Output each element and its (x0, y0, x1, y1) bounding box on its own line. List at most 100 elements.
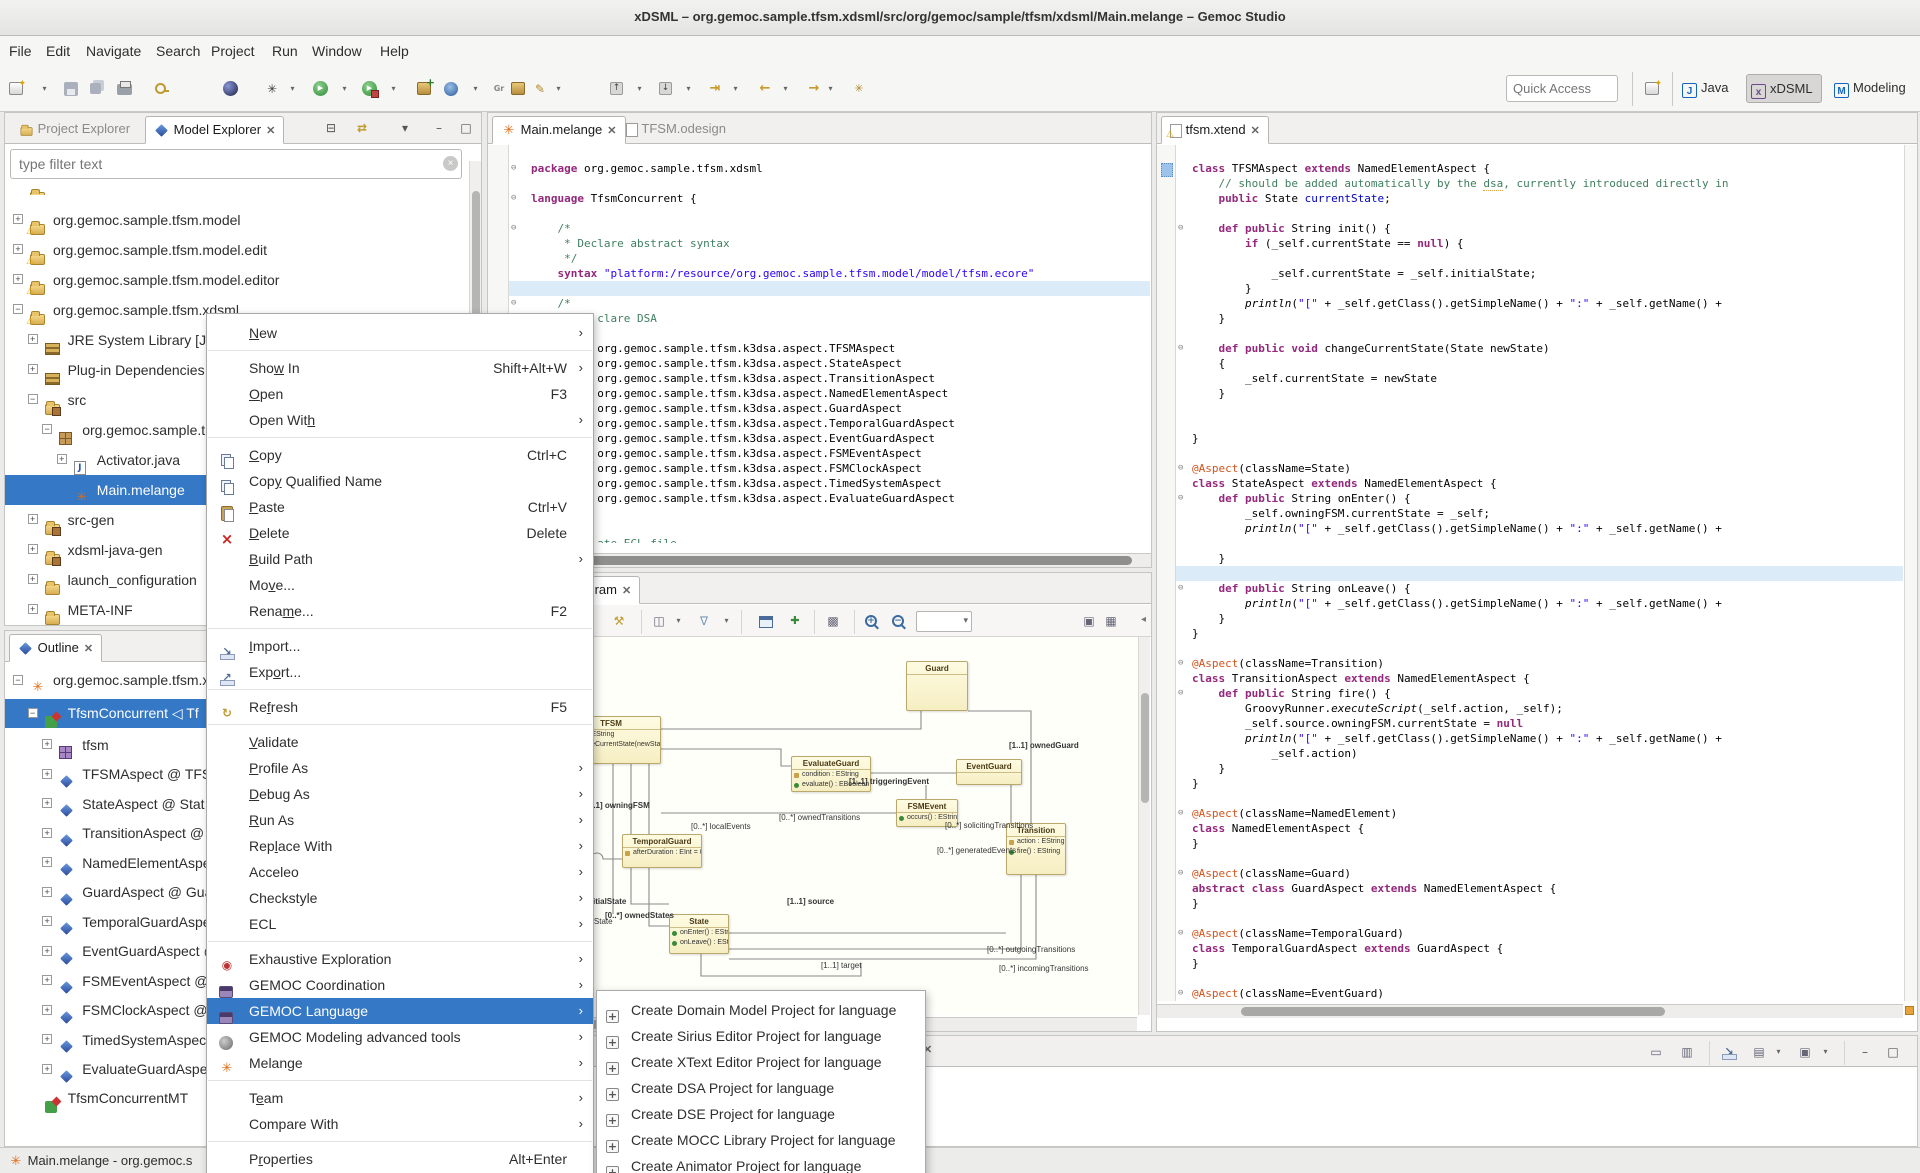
chevron[interactable]: ▾ (826, 81, 835, 97)
expander-icon[interactable]: + (27, 604, 38, 614)
copy-icon[interactable] (219, 479, 235, 496)
zoom-out-icon[interactable]: − (892, 614, 904, 627)
print-icon[interactable] (117, 81, 132, 96)
expander-icon[interactable]: − (13, 674, 23, 685)
fold-marker-icon[interactable]: ⊖ (1178, 806, 1183, 821)
expander-icon[interactable]: + (42, 916, 53, 926)
menu-item-build-path[interactable]: Build Path › (207, 546, 593, 572)
del-icon[interactable]: × (219, 531, 235, 547)
menu-edit[interactable]: Edit (40, 36, 76, 66)
pin-elements-icon[interactable]: ✚ (787, 613, 803, 629)
expander-icon[interactable]: − (42, 424, 53, 434)
previous-annotation-icon[interactable]: ↑ (610, 82, 623, 96)
menu-item-show-in[interactable]: Show In Shift+Alt+W › (207, 355, 593, 381)
menu-navigate[interactable]: Navigate (80, 36, 147, 66)
fold-marker-icon[interactable]: ⊖ (1178, 926, 1183, 941)
menu-help[interactable]: Help (374, 36, 415, 66)
fold-marker-icon[interactable]: ⊖ (511, 296, 516, 311)
expander-icon[interactable]: + (42, 945, 53, 956)
add-icon[interactable]: + (606, 1035, 619, 1049)
exp-icon[interactable]: ↗ (219, 670, 235, 687)
paste-icon[interactable] (219, 505, 235, 523)
fold-marker-icon[interactable]: ⊖ (1178, 656, 1183, 671)
menu-item-exhaustive-exploration[interactable]: ◉ Exhaustive Exploration › (207, 946, 593, 972)
menu-item-refresh[interactable]: ↻ Refresh F5 (207, 694, 593, 720)
fold-marker-icon[interactable]: ⊖ (511, 191, 516, 206)
tree-row[interactable]: + org.gemoc.sample.tfsm.model.edit (5, 235, 481, 270)
back-icon[interactable]: ← (757, 81, 773, 97)
menu-item-copy-qualified-name[interactable]: Copy Qualified Name (207, 468, 593, 496)
menu-item-checkstyle[interactable]: Checkstyle › (207, 885, 593, 911)
tree-row[interactable]: + org.gemoc.sample.tfsm.model (5, 205, 481, 240)
menu-file[interactable]: File (3, 36, 38, 66)
expander-icon[interactable]: + (27, 364, 38, 374)
perspective-java-button[interactable]: J Java (1678, 74, 1736, 103)
menu-item-new[interactable]: New › (207, 320, 593, 346)
run-icon[interactable]: ▶ (313, 81, 328, 97)
menu-item-gemoc-modeling-advanced-tools[interactable]: GEMOC Modeling advanced tools › (207, 1024, 593, 1051)
expander-icon[interactable]: + (13, 244, 23, 254)
expander-icon[interactable]: + (42, 798, 53, 808)
coord-icon[interactable] (219, 986, 233, 999)
fold-marker-icon[interactable]: ⊖ (1178, 986, 1183, 1001)
menu-window[interactable]: Window (306, 36, 368, 66)
link-with-editor-icon[interactable]: ⇄ (354, 120, 370, 136)
menu-item-move[interactable]: Move... (207, 572, 593, 598)
add-icon[interactable]: + (606, 1009, 619, 1023)
menu-item-compare-with[interactable]: Compare With › (207, 1111, 593, 1137)
clear-filter-icon[interactable]: × (443, 156, 458, 171)
submenu-item-create-animator-project-for-language[interactable]: + Create Animator Project for language (597, 1153, 925, 1173)
xtend-code-area[interactable]: class TFSMAspect extends NamedElementAsp… (1176, 161, 1903, 1001)
menu-item-gemoc-language[interactable]: GEMOC Language › (207, 998, 593, 1025)
submenu-item-create-domain-model-project-for-language[interactable]: + Create Domain Model Project for languag… (597, 997, 925, 1023)
expander-icon[interactable]: + (13, 214, 23, 224)
chevron[interactable]: ▾ (471, 81, 480, 97)
submenu-item-create-dsa-project-for-language[interactable]: + Create DSA Project for language (597, 1075, 925, 1101)
next-annotation-icon[interactable]: ↓ (659, 82, 672, 96)
glang-icon[interactable] (219, 1012, 233, 1025)
menu-item-open-with[interactable]: Open With › (207, 407, 593, 433)
expander-icon[interactable]: − (13, 304, 23, 314)
expander-icon[interactable]: + (42, 739, 53, 749)
export-diagram-icon[interactable] (759, 615, 773, 628)
tab-model-explorer[interactable]: Model Explorer ✕ (145, 116, 285, 144)
close-icon[interactable]: ✕ (622, 585, 631, 597)
chevron[interactable]: ▾ (1774, 1044, 1783, 1060)
modtools-icon[interactable] (219, 1036, 233, 1051)
external-tools-icon[interactable]: ✳ (264, 81, 280, 97)
chevron[interactable]: ▾ (1821, 1044, 1830, 1060)
diagram-class-evaluateguard[interactable]: EvaluateGuard condition : EString evaluate… (791, 756, 871, 792)
menu-item-acceleo[interactable]: Acceleo › (207, 859, 593, 885)
menu-item-ecl[interactable]: ECL › (207, 911, 593, 937)
chevron[interactable]: ▾ (554, 81, 563, 97)
expander-icon[interactable]: + (42, 1034, 53, 1044)
expander-icon[interactable]: + (56, 454, 67, 464)
menu-project[interactable]: Project (205, 36, 261, 66)
new-java-project-icon[interactable] (417, 75, 435, 96)
menu-item-export[interactable]: ↗ Export... (207, 659, 593, 687)
last-edit-location-icon[interactable]: ⇥ (707, 81, 723, 97)
zoom-level-combo[interactable]: ▾ (916, 611, 972, 632)
minimize-icon[interactable]: – (431, 120, 447, 136)
exh-icon[interactable]: ◉ (219, 957, 235, 973)
xtend-hscrollbar[interactable] (1157, 1004, 1903, 1018)
perspective-xdsml-button[interactable]: x xDSML (1746, 74, 1822, 103)
fold-marker-icon[interactable]: ⊖ (511, 221, 516, 236)
edit-icon[interactable]: ✎ (532, 81, 548, 97)
melange-code-area[interactable]: ⊖ package org.gemoc.sample.tfsm.xdsml ⊖ lan… (509, 161, 1150, 543)
quick-access-input[interactable] (1506, 75, 1618, 102)
tab-tfsm-xtend[interactable]: tfsm.xtend✕ (1161, 116, 1269, 144)
close-icon[interactable]: ✕ (266, 125, 275, 137)
debug-orb-icon[interactable] (223, 81, 238, 97)
menu-item-import[interactable]: ↘ Import... (207, 633, 593, 661)
menu-item-copy[interactable]: Copy Ctrl+C (207, 442, 593, 470)
menu-item-validate[interactable]: Validate (207, 729, 593, 755)
imp-icon[interactable]: ↘ (219, 644, 235, 661)
forward-icon[interactable]: → (806, 81, 822, 97)
tree-row[interactable]: + org.gemoc.sample.tfsm.model.editor (5, 265, 481, 300)
menu-item-open[interactable]: Open F3 (207, 381, 593, 407)
run-chevron[interactable]: ▾ (340, 81, 349, 97)
fold-marker-icon[interactable]: ⊖ (1178, 581, 1183, 596)
clear-console-icon[interactable]: ▭ (1648, 1044, 1664, 1060)
menu-item-profile-as[interactable]: Profile As › (207, 755, 593, 781)
